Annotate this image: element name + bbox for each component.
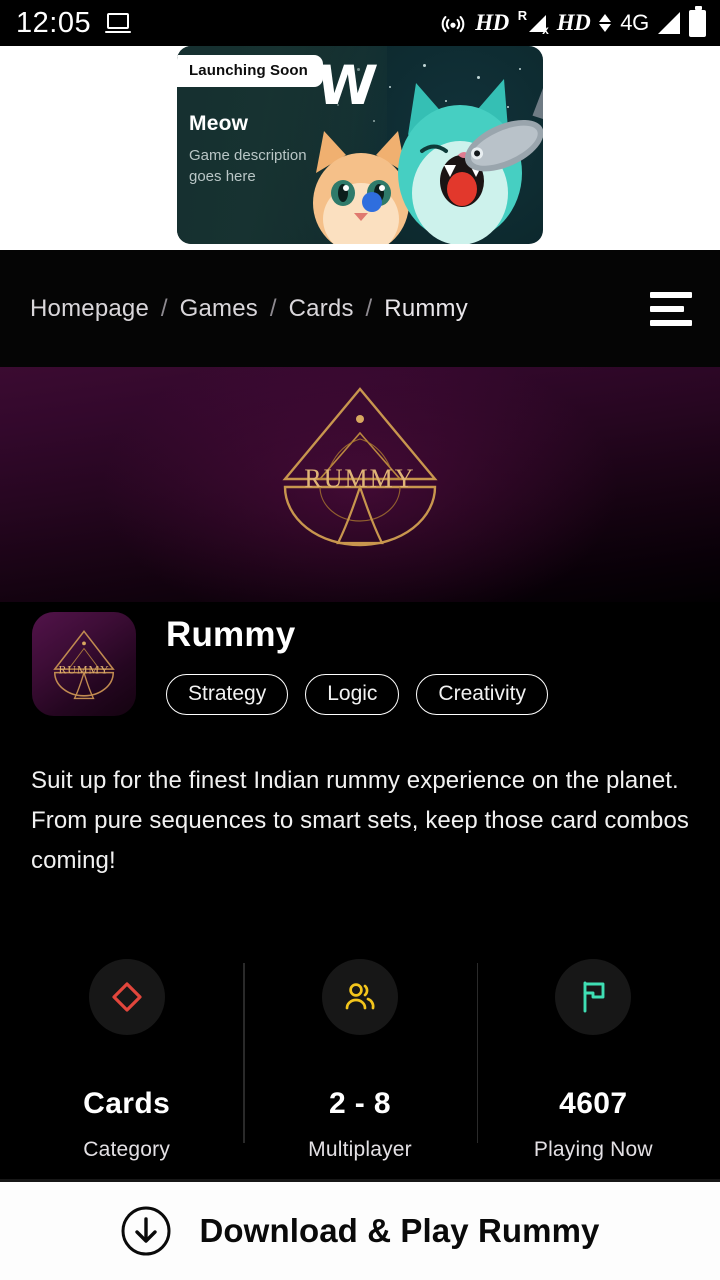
game-app-icon: RUMMY	[32, 612, 136, 716]
hamburger-menu-icon[interactable]	[650, 291, 694, 326]
flag-icon	[583, 981, 605, 1013]
breadcrumb-separator: /	[269, 294, 277, 322]
stat-value-multiplayer: 2 - 8	[328, 1087, 391, 1120]
stat-icon-wrapper	[321, 959, 398, 1035]
stat-playing-now: 4607 Playing Now	[476, 945, 710, 1162]
promo-title: Meow	[189, 112, 249, 135]
hd-icon: HD	[475, 10, 509, 35]
game-info-section: RUMMY Rummy Strategy Logic Creativity Su…	[0, 602, 720, 881]
stat-label-category: Category	[83, 1138, 171, 1161]
cta-label: Download & Play Rummy	[199, 1212, 600, 1249]
promo-card[interactable]: W Launching Soon Meow Game description g…	[177, 46, 543, 244]
tag-creativity[interactable]: Creativity	[416, 673, 548, 715]
svg-text:RUMMY: RUMMY	[304, 464, 415, 493]
page-title: Rummy	[166, 615, 296, 654]
game-title-block: Rummy Strategy Logic Creativity	[136, 612, 548, 715]
teal-cat-illustration	[398, 79, 543, 244]
signal-off-label: x	[542, 23, 549, 37]
tag-logic[interactable]: Logic	[305, 673, 400, 715]
stat-icon-wrapper	[555, 959, 632, 1035]
game-title-row: RUMMY Rummy Strategy Logic Creativity	[0, 602, 720, 716]
battery-icon	[689, 5, 706, 37]
breadcrumb-bar: Homepage / Games / Cards / Rummy	[0, 250, 720, 367]
breadcrumb-separator: /	[160, 294, 168, 322]
launching-soon-badge: Launching Soon	[177, 55, 323, 87]
stat-label-playing-now: Playing Now	[533, 1138, 653, 1161]
stat-multiplayer: 2 - 8 Multiplayer	[243, 945, 476, 1162]
svg-text:RUMMY: RUMMY	[58, 662, 109, 676]
status-bar-left: 12:05	[16, 6, 132, 39]
hd-icon-2: HD	[556, 10, 591, 35]
status-bar-right: HD R x HD 4G	[440, 5, 706, 37]
network-type-label: 4G	[620, 10, 649, 35]
hero-banner: RUMMY	[0, 367, 720, 602]
status-bar: 12:05 HD R x HD 4G	[0, 0, 720, 46]
roaming-signal-off-icon: R x	[517, 8, 549, 37]
download-play-button[interactable]: Download & Play Rummy	[0, 1182, 720, 1280]
diamond-suit-icon	[112, 982, 142, 1012]
tag-strategy[interactable]: Strategy	[166, 673, 289, 715]
breadcrumb: Homepage / Games / Cards / Rummy	[30, 295, 650, 323]
promo-banner-area: W Launching Soon Meow Game description g…	[0, 46, 720, 250]
rummy-hero-logo: RUMMY	[282, 387, 438, 547]
game-description: Suit up for the finest Indian rummy expe…	[31, 767, 690, 875]
breadcrumb-item-games[interactable]: Games	[180, 295, 258, 322]
data-transfer-icon	[599, 14, 612, 32]
stat-value-category: Cards	[83, 1087, 171, 1120]
download-circle-icon	[121, 1206, 171, 1256]
breadcrumb-item-rummy[interactable]: Rummy	[384, 295, 468, 322]
stat-category: Cards Category	[10, 945, 243, 1162]
status-bar-clock: 12:05	[16, 6, 92, 39]
laptop-icon	[105, 13, 132, 33]
app-screen: 12:05 HD R x HD 4G W Launching Soon Meow…	[0, 0, 720, 1280]
game-tag-list: Strategy Logic Creativity	[166, 673, 548, 715]
stat-label-multiplayer: Multiplayer	[308, 1138, 412, 1161]
roaming-label: R	[517, 8, 528, 23]
game-stats-row: Cards Category 2 - 8 Multiplayer 4607 Pl…	[0, 945, 720, 1162]
breadcrumb-item-homepage[interactable]: Homepage	[30, 295, 149, 322]
hotspot-icon	[441, 16, 465, 33]
promo-subtitle: Game description goes here	[189, 147, 307, 186]
signal-bars-icon	[658, 12, 680, 34]
blue-dot-accent	[362, 192, 382, 212]
stat-value-playing-now: 4607	[559, 1087, 628, 1120]
brand-w-logo: W	[313, 54, 380, 117]
breadcrumb-item-cards[interactable]: Cards	[289, 295, 354, 322]
breadcrumb-separator: /	[365, 294, 373, 322]
users-multiplayer-icon	[345, 983, 375, 1010]
stat-icon-wrapper	[88, 959, 165, 1035]
